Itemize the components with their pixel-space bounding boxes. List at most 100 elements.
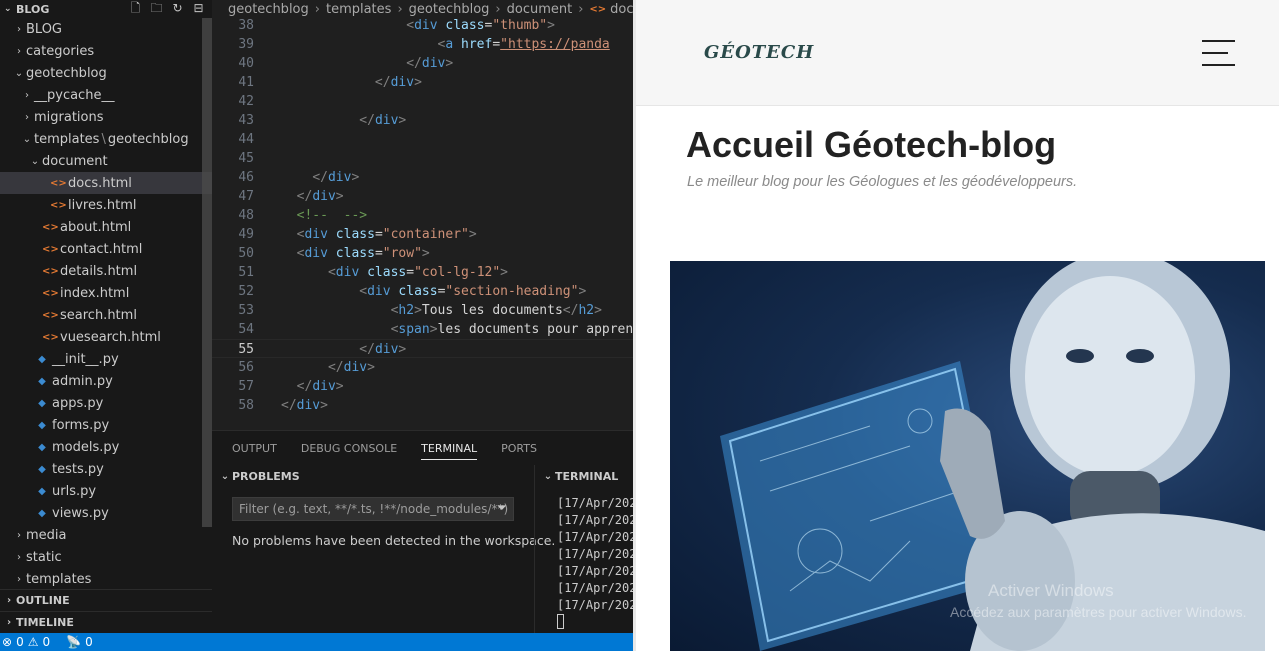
hamburger-menu-icon[interactable] bbox=[1202, 40, 1235, 66]
panel-tabs: OUTPUT DEBUG CONSOLE TERMINAL PORTS bbox=[212, 431, 633, 465]
ports-count[interactable]: 0 bbox=[85, 635, 93, 649]
breadcrumb-item[interactable]: document bbox=[507, 2, 573, 17]
breadcrumb-item[interactable]: geotechblog bbox=[409, 2, 490, 17]
problems-header[interactable]: ⌄ PROBLEMS bbox=[212, 465, 534, 487]
tree-item-label: contact.html bbox=[60, 241, 143, 257]
filter-icon[interactable]: ⏷ bbox=[497, 498, 507, 520]
code-line: 41 </div> bbox=[212, 73, 633, 92]
line-source: <div class="section-heading"> bbox=[359, 284, 587, 299]
folder-item[interactable]: › static bbox=[0, 546, 212, 568]
folder-item[interactable]: › categories bbox=[0, 40, 212, 62]
code-line: 52 <div class="section-heading"> bbox=[212, 282, 633, 301]
tree-item-label: views.py bbox=[52, 505, 109, 521]
outline-section[interactable]: › OUTLINE bbox=[0, 589, 212, 611]
folder-item[interactable]: › migrations bbox=[0, 106, 212, 128]
html-file-icon: <> bbox=[50, 199, 67, 211]
chevron-right-icon: › bbox=[17, 529, 21, 541]
file-item[interactable]: <> docs.html bbox=[0, 172, 212, 194]
code-line: 38 <div class="thumb"> bbox=[212, 16, 633, 35]
error-count[interactable]: 0 bbox=[16, 635, 24, 649]
code-editor[interactable]: geotechblog › templates › geotechblog › … bbox=[212, 0, 633, 430]
page-title: Accueil Géotech-blog bbox=[686, 124, 1057, 165]
terminal-cursor bbox=[557, 614, 564, 629]
line-number: 51 bbox=[238, 265, 254, 280]
tab-debug-console[interactable]: DEBUG CONSOLE bbox=[301, 442, 397, 455]
breadcrumb-item[interactable]: docs.html bbox=[610, 2, 633, 17]
file-item[interactable]: ◆ views.py bbox=[0, 502, 212, 524]
file-item[interactable]: ◆ models.py bbox=[0, 436, 212, 458]
python-file-icon: ◆ bbox=[38, 441, 46, 453]
robot-illustration bbox=[720, 261, 1265, 651]
file-item[interactable]: <> search.html bbox=[0, 304, 212, 326]
chevron-down-icon: ⌄ bbox=[4, 4, 12, 14]
chevron-right-icon: › bbox=[314, 1, 320, 17]
chevron-right-icon: › bbox=[17, 551, 21, 563]
chevron-right-icon: › bbox=[17, 45, 21, 57]
chevron-right-icon: › bbox=[25, 89, 29, 101]
file-tree: › BLOG › categories ⌄ geotechblog › __pycache__… bbox=[0, 18, 212, 590]
terminal-line: [17/Apr/202 bbox=[557, 513, 633, 527]
problems-filter-input[interactable]: Filter (e.g. text, **/*.ts, !**/node_mod… bbox=[232, 497, 514, 521]
code-line: 49 <div class="container"> bbox=[212, 225, 633, 244]
tree-item-label: index.html bbox=[60, 285, 130, 301]
warning-count[interactable]: 0 bbox=[42, 635, 50, 649]
file-item[interactable]: <> vuesearch.html bbox=[0, 326, 212, 348]
file-item[interactable]: ◆ __init__.py bbox=[0, 348, 212, 370]
tree-item-label: apps.py bbox=[52, 395, 104, 411]
file-item[interactable]: ◆ tests.py bbox=[0, 458, 212, 480]
chevron-down-icon: ⌄ bbox=[543, 470, 553, 482]
timeline-section[interactable]: › TIMELINE bbox=[0, 611, 212, 633]
tree-item-label: BLOG bbox=[26, 21, 63, 37]
line-number: 58 bbox=[238, 398, 254, 413]
new-folder-icon[interactable]: 🗀 bbox=[149, 1, 164, 16]
tree-item-label: livres.html bbox=[68, 197, 137, 213]
explorer-scrollbar[interactable] bbox=[202, 18, 212, 527]
folder-item[interactable]: › __pycache__ bbox=[0, 84, 212, 106]
file-item[interactable]: ◆ urls.py bbox=[0, 480, 212, 502]
terminal-header[interactable]: ⌄ TERMINAL bbox=[535, 465, 633, 487]
folder-item[interactable]: ⌄ document bbox=[0, 150, 212, 172]
error-icon[interactable]: ⊗ bbox=[2, 635, 12, 649]
folder-item[interactable]: › templates bbox=[0, 568, 212, 590]
windows-activation-title: Activer Windows bbox=[988, 581, 1114, 600]
file-item[interactable]: <> index.html bbox=[0, 282, 212, 304]
explorer-title: BLOG bbox=[16, 2, 50, 16]
new-file-icon[interactable]: 🗋 bbox=[128, 1, 143, 16]
tree-item-label: urls.py bbox=[52, 483, 97, 499]
html-file-icon: <> bbox=[50, 177, 67, 189]
file-item[interactable]: <> details.html bbox=[0, 260, 212, 282]
site-logo[interactable]: GÉOTECH bbox=[704, 42, 814, 63]
code-line: 48 <!-- --> bbox=[212, 206, 633, 225]
tab-output[interactable]: OUTPUT bbox=[232, 442, 277, 455]
code-line: 54 <span>les documents pour apprend bbox=[212, 320, 633, 339]
file-item[interactable]: ◆ apps.py bbox=[0, 392, 212, 414]
code-line: 42 bbox=[212, 92, 633, 111]
html-file-icon: <> bbox=[42, 265, 59, 277]
breadcrumb-item[interactable]: geotechblog bbox=[228, 2, 309, 17]
folder-item[interactable]: ⌄ templates \ geotechblog bbox=[0, 128, 212, 150]
folder-item[interactable]: ⌄ geotechblog bbox=[0, 62, 212, 84]
file-item[interactable]: ◆ forms.py bbox=[0, 414, 212, 436]
terminal-title: TERMINAL bbox=[555, 469, 619, 483]
tab-ports[interactable]: PORTS bbox=[501, 442, 537, 455]
folder-item[interactable]: › BLOG bbox=[0, 18, 212, 40]
collapse-all-icon[interactable]: ⊟ bbox=[191, 1, 206, 16]
line-number: 42 bbox=[238, 94, 254, 109]
tab-terminal[interactable]: TERMINAL bbox=[421, 437, 478, 460]
breadcrumb-item[interactable]: templates bbox=[326, 2, 391, 17]
file-item[interactable]: <> livres.html bbox=[0, 194, 212, 216]
line-number: 44 bbox=[238, 132, 254, 147]
folder-item[interactable]: › media bbox=[0, 524, 212, 546]
tree-item-label: templates bbox=[26, 571, 92, 587]
python-file-icon: ◆ bbox=[38, 419, 46, 431]
refresh-icon[interactable]: ↻ bbox=[170, 1, 185, 16]
warning-icon[interactable]: ⚠ bbox=[28, 635, 39, 649]
terminal-line: [17/Apr/202 bbox=[557, 598, 633, 612]
terminal-panel[interactable]: ⌄ TERMINAL [17/Apr/202 [17/Apr/202 [17/A… bbox=[534, 465, 633, 633]
line-number: 41 bbox=[238, 75, 254, 90]
ports-icon[interactable]: 📡 bbox=[66, 635, 81, 649]
file-item[interactable]: ◆ admin.py bbox=[0, 370, 212, 392]
tree-item-label: vuesearch.html bbox=[60, 329, 161, 345]
file-item[interactable]: <> about.html bbox=[0, 216, 212, 238]
file-item[interactable]: <> contact.html bbox=[0, 238, 212, 260]
